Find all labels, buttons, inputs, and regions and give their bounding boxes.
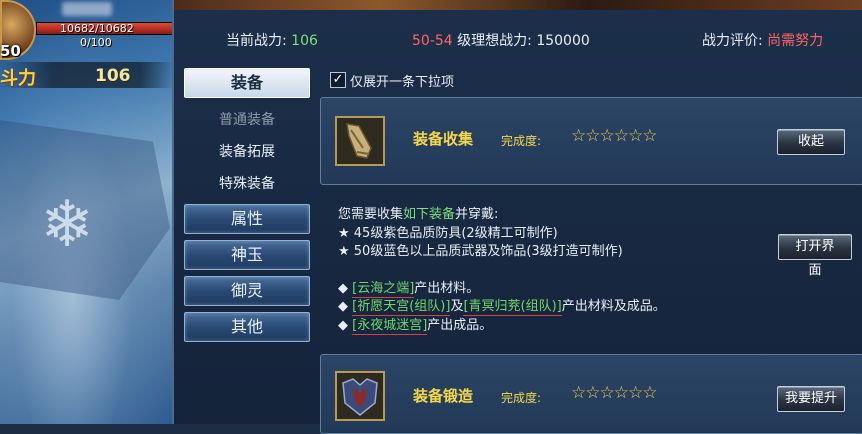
- card-title: 装备收集: [413, 130, 474, 148]
- ideal-power-value: 150000: [536, 33, 590, 49]
- expand-one-checkbox[interactable]: ✓: [330, 72, 346, 88]
- desc-source-2: ◆ [祈愿天宫(组队)]及[青冥归茺(组队)]产出材料及成品。: [338, 298, 666, 317]
- current-power: 当前战力: 106: [226, 26, 318, 56]
- player-level: 50: [0, 42, 21, 60]
- desc-spacer: [338, 262, 666, 280]
- diamond-icon: ◆: [338, 317, 348, 333]
- snowflake-icon: ❄: [40, 188, 94, 262]
- player-name-blurred: [62, 2, 112, 16]
- desc-source-1-text: 产出材料。: [414, 280, 480, 296]
- desc-source-2-text: 产出材料及成品。: [561, 299, 666, 314]
- desc-bullet-2: ★ 50级蓝色以上品质武器及饰品(3级打造可制作): [338, 244, 623, 259]
- nav-shenyu[interactable]: 神玉: [184, 240, 310, 270]
- hp-text: 10682/10682: [60, 22, 134, 35]
- nav-yuling[interactable]: 御灵: [184, 276, 310, 306]
- collect-description: 您需要收集如下装备并穿戴: ★ 45级紫色品质防具(2级精工可制作) ★ 50级…: [338, 206, 666, 335]
- nav-sub-normal-equip[interactable]: 普通装备: [184, 104, 310, 136]
- improve-button[interactable]: 我要提升: [777, 386, 845, 412]
- armor-icon: [335, 371, 385, 421]
- card-title: 装备锻造: [413, 387, 474, 405]
- card-equip-collect: 装备收集 完成度: ☆☆☆☆☆☆ 收起: [320, 97, 862, 185]
- ideal-power: 50-54 级理想战力: 150000: [412, 26, 590, 56]
- current-power-value: 106: [291, 33, 318, 49]
- desc-intro-c: 并穿戴:: [455, 207, 499, 222]
- desc-bullet-1: ★ 45级紫色品质防具(2级精工可制作): [338, 225, 558, 241]
- link-yongye[interactable]: [永夜城迷宫]: [352, 317, 428, 335]
- link-qiyuan[interactable]: [祈愿天宫(组队)]: [352, 299, 451, 316]
- desc-source-2-mid: 及: [450, 299, 464, 314]
- panel-title-decoration: [174, 0, 862, 10]
- desc-intro-highlight: 如下装备: [403, 207, 456, 222]
- progress-label: 完成度:: [501, 391, 542, 405]
- current-power-label: 当前战力:: [226, 33, 287, 49]
- horn-icon: [335, 116, 385, 166]
- desc-source-3: ◆ [永夜城迷宫]产出成品。: [338, 317, 666, 336]
- ideal-power-label: 级理想战力:: [457, 33, 532, 49]
- nav-sub-special-equip[interactable]: 特殊装备: [184, 168, 310, 200]
- open-interface-button[interactable]: 打开界面: [778, 234, 852, 278]
- category-nav: 装备 普通装备 装备拓展 特殊装备 属性 神玉 御灵 其他: [184, 68, 312, 348]
- combat-power-panel: 当前战力: 106 50-54 级理想战力: 150000 战力评价: 尚需努力…: [172, 0, 862, 434]
- power-label: 斗力: [0, 68, 36, 89]
- card-equip-forge: 装备锻造 完成度: ☆☆☆☆☆☆ 我要提升: [320, 354, 862, 434]
- progress-label: 完成度:: [501, 134, 542, 148]
- diamond-icon: ◆: [338, 280, 348, 296]
- link-yunhai[interactable]: [云海之端]: [352, 280, 415, 298]
- nav-attributes[interactable]: 属性: [184, 204, 310, 234]
- desc-intro: 您需要收集如下装备并穿戴:: [338, 206, 666, 225]
- expand-one-label: 仅展开一条下拉项: [350, 74, 455, 90]
- nav-other[interactable]: 其他: [184, 312, 310, 342]
- desc-intro-a: 您需要收集: [338, 207, 404, 222]
- rating-value: 尚需努力: [767, 33, 824, 49]
- rating-label: 战力评价:: [702, 33, 763, 49]
- progress-stars: ☆☆☆☆☆☆: [571, 383, 657, 403]
- desc-source-1: ◆ [云海之端]产出材料。: [338, 280, 666, 299]
- diamond-icon: ◆: [338, 299, 348, 314]
- mp-text: 0/100: [80, 36, 112, 49]
- power-rating: 战力评价: 尚需努力: [702, 26, 823, 56]
- stats-bar: 当前战力: 106 50-54 级理想战力: 150000 战力评价: 尚需努力: [174, 26, 862, 56]
- collapse-button[interactable]: 收起: [777, 129, 845, 155]
- link-qingming[interactable]: [青冥归茺(组队)]: [463, 299, 562, 316]
- progress-stars: ☆☆☆☆☆☆: [571, 126, 657, 146]
- nav-equip[interactable]: 装备: [184, 68, 310, 98]
- desc-source-3-text: 产出成品。: [427, 317, 493, 333]
- expand-one-option[interactable]: ✓ 仅展开一条下拉项: [330, 70, 454, 90]
- nav-sub-equip-expand[interactable]: 装备拓展: [184, 136, 310, 168]
- power-value: 106: [95, 66, 131, 86]
- level-range: 50-54: [412, 33, 453, 49]
